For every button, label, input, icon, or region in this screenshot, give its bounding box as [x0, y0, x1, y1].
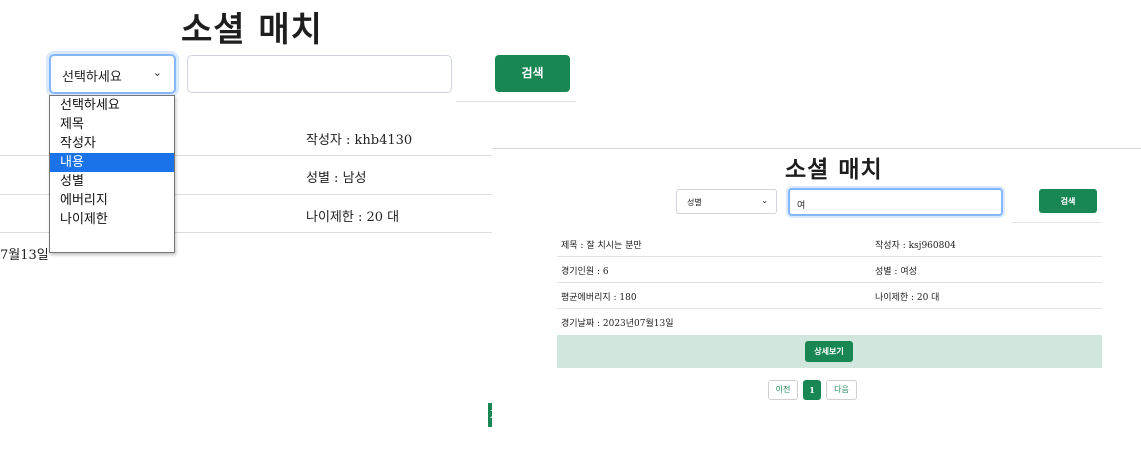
pagination-page-1[interactable]: 1	[803, 380, 821, 400]
pagination-prev[interactable]: 이전	[768, 380, 798, 400]
search-type-dropdown: 선택하세요 제목 작성자 내용 성별 에버리지 나이제한	[49, 95, 175, 253]
dropdown-option-average[interactable]: 에버리지	[50, 191, 174, 210]
row-divider	[557, 308, 1102, 309]
pagination-next[interactable]: 다음	[826, 380, 857, 400]
row-divider	[557, 256, 1102, 257]
dropdown-option-gender[interactable]: 성별	[50, 172, 174, 191]
gender-text: 성별 : 남성	[306, 171, 367, 186]
search-type-select[interactable]: 성별 ⌄	[676, 189, 777, 214]
select-value: 성별	[687, 198, 702, 207]
divider	[1012, 222, 1102, 223]
search-button[interactable]: 검색	[495, 55, 570, 92]
dropdown-option-age-limit[interactable]: 나이제한	[50, 210, 174, 229]
title-text: 제목 : 잘 치시는 분만	[561, 241, 642, 251]
dropdown-option-title[interactable]: 제목	[50, 115, 174, 134]
age-limit-text: 나이제한 : 20 대	[875, 293, 940, 303]
row-divider	[557, 282, 1102, 283]
dropdown-option-content[interactable]: 내용	[50, 153, 174, 172]
dropdown-option-select[interactable]: 선택하세요	[50, 96, 174, 115]
chevron-down-icon: ⌄	[761, 196, 768, 205]
search-button[interactable]: 검색	[1039, 189, 1097, 213]
search-type-select[interactable]: 선택하세요 ⌄	[49, 54, 176, 94]
average-text: 평균에버리지 : 180	[561, 293, 637, 303]
gender-text: 성별 : 여성	[875, 267, 917, 277]
author-text: 작성자 : ksj960804	[875, 241, 956, 251]
page-title: 소셜 매치	[181, 10, 323, 50]
select-value: 선택하세요	[62, 70, 122, 85]
game-date-text: 경기날짜 : 2023년07월13일	[561, 319, 674, 329]
game-date-partial: 7월13일	[0, 248, 49, 263]
divider	[456, 101, 576, 102]
chevron-down-icon: ⌄	[152, 66, 162, 79]
detail-button[interactable]: 상세보기	[805, 341, 853, 362]
age-limit-text: 나이제한 : 20 대	[306, 210, 400, 225]
search-input[interactable]	[187, 55, 452, 93]
dropdown-option-author[interactable]: 작성자	[50, 134, 174, 153]
author-text: 작성자 : khb4130	[306, 133, 413, 148]
players-text: 경기인원 : 6	[561, 267, 609, 277]
search-input[interactable]: 여	[788, 188, 1003, 216]
page-title: 소셜 매치	[785, 156, 883, 183]
